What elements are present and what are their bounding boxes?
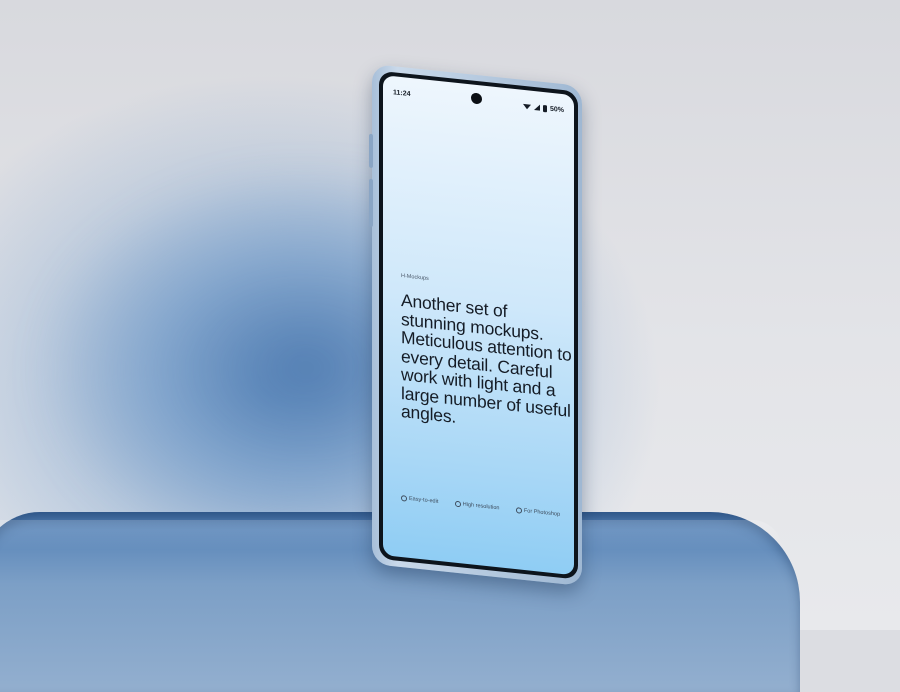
feature-label: Easy-to-edit bbox=[409, 495, 439, 505]
brand-label: H-Mockups bbox=[401, 273, 429, 282]
phone-screen: 11:24 50% H-Mockups Another set of stunn… bbox=[383, 75, 574, 576]
status-battery: 50% bbox=[549, 105, 564, 114]
feature-item: High resolution bbox=[454, 500, 500, 512]
volume-button bbox=[369, 178, 373, 228]
power-button bbox=[369, 133, 373, 169]
status-time: 11:24 bbox=[393, 88, 411, 98]
blue-shadow bbox=[40, 170, 420, 530]
target-icon bbox=[515, 507, 522, 514]
wifi-icon bbox=[522, 103, 531, 110]
heart-icon bbox=[454, 500, 461, 508]
status-icons: 50% bbox=[522, 102, 564, 114]
feature-list: Easy-to-edit High resolution For Photosh… bbox=[401, 495, 560, 518]
feature-label: For Photoshop bbox=[523, 507, 560, 518]
signal-icon bbox=[533, 104, 540, 111]
battery-icon bbox=[542, 104, 547, 112]
headline-text: Another set of stunning mockups. Meticul… bbox=[401, 290, 572, 427]
check-circle-icon bbox=[401, 495, 407, 502]
feature-item: For Photoshop bbox=[515, 507, 560, 518]
phone-mockup: 11:24 50% H-Mockups Another set of stunn… bbox=[369, 64, 582, 587]
feature-item: Easy-to-edit bbox=[401, 495, 438, 505]
feature-label: High resolution bbox=[462, 501, 500, 512]
